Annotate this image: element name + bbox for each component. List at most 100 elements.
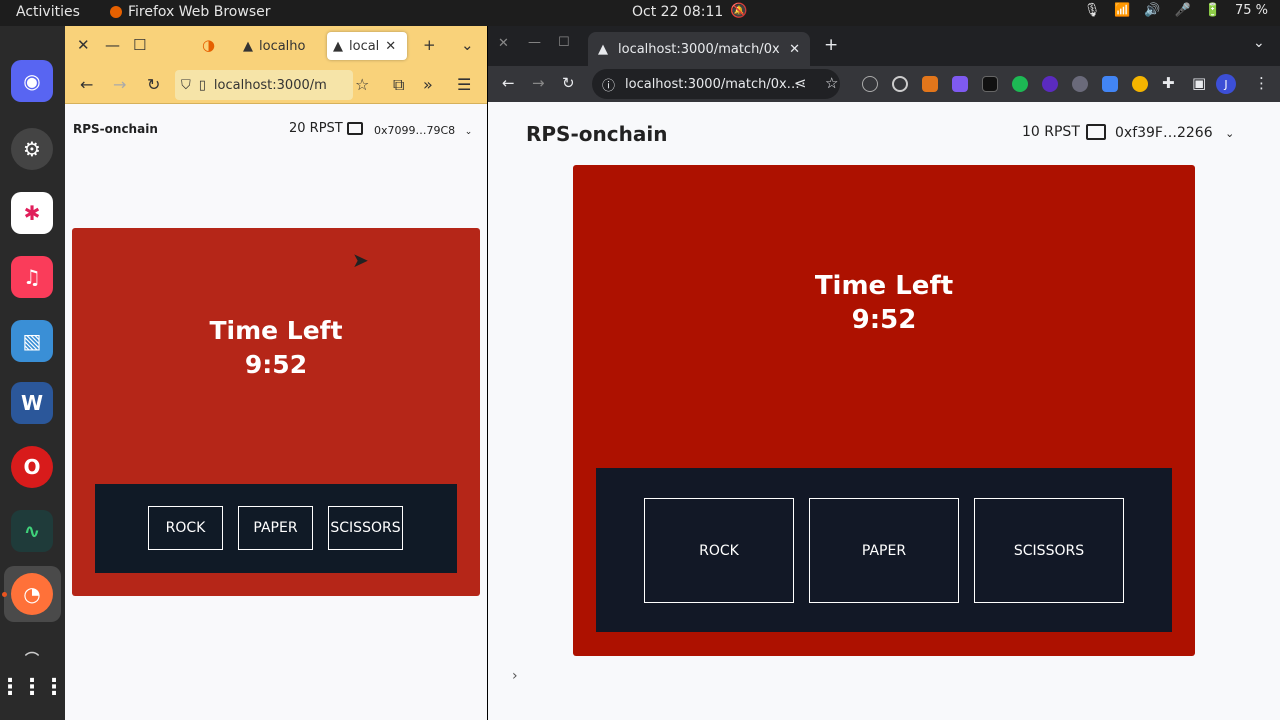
- firefox-navbar: ← → ↻ ⛉ ▯ localhost:3000/m ☆ ⧉ » ☰: [65, 66, 487, 104]
- opera-icon[interactable]: O: [11, 446, 53, 488]
- activities-button[interactable]: Activities: [16, 4, 80, 20]
- bell-off-icon: 🔕: [730, 3, 748, 19]
- music-icon[interactable]: ♫: [11, 256, 53, 298]
- tab-close-icon[interactable]: ✕: [789, 42, 800, 57]
- extension-gray-icon[interactable]: [1072, 76, 1088, 92]
- chevron-down-icon[interactable]: ⌄: [461, 36, 474, 54]
- show-apps-icon[interactable]: ⋮⋮⋮: [0, 666, 65, 708]
- extension-bolt-icon[interactable]: [982, 76, 998, 92]
- wifi-icon: 📶: [1114, 3, 1131, 18]
- new-tab-icon[interactable]: +: [824, 35, 838, 55]
- star-icon[interactable]: ☆: [355, 75, 369, 94]
- star-icon[interactable]: ☆: [825, 74, 838, 92]
- wallet-address-dropdown[interactable]: 0xf39F…2266 ⌄: [1115, 125, 1234, 141]
- extension-doc-icon[interactable]: [1102, 76, 1118, 92]
- share-icon[interactable]: ⋖: [794, 74, 807, 92]
- extension-compass-icon[interactable]: [862, 76, 878, 92]
- address-text: 0xf39F…2266: [1115, 125, 1213, 141]
- firefox-view-icon[interactable]: ◑: [202, 36, 215, 54]
- extension-circle-icon[interactable]: [892, 76, 908, 92]
- chevron-down-icon[interactable]: ⌄: [1253, 35, 1265, 51]
- firefox-tab-1[interactable]: ▲ localho: [237, 32, 321, 60]
- system-monitor-icon[interactable]: ∿: [11, 510, 53, 552]
- chrome-navbar: ← → ↻ ⓘ localhost:3000/match/0x… ⋖ ☆ ✚ ▣…: [488, 66, 1280, 102]
- app-menu-label: Firefox Web Browser: [128, 4, 271, 20]
- move-panel: ROCK PAPER SCISSORS: [95, 484, 457, 573]
- time-left-label: Time Left: [209, 316, 343, 345]
- move-panel: ROCK PAPER SCISSORS: [596, 468, 1172, 632]
- rock-button[interactable]: ROCK: [644, 498, 794, 603]
- token-balance: 20 RPST: [289, 121, 363, 136]
- firefox-icon: [110, 6, 122, 18]
- new-tab-icon[interactable]: +: [423, 36, 436, 54]
- chrome-tab[interactable]: ▲ localhost:3000/match/0x ✕: [588, 32, 810, 66]
- extension-green-icon[interactable]: [1012, 76, 1028, 92]
- battery-percent: 75 %: [1234, 3, 1268, 18]
- chevron-down-icon: ⌄: [464, 127, 473, 137]
- scissors-button[interactable]: SCISSORS: [328, 506, 403, 550]
- close-icon[interactable]: ✕: [77, 36, 90, 54]
- metamask-icon[interactable]: [922, 76, 938, 92]
- microphone-icon: 🎤: [1174, 3, 1191, 18]
- clock[interactable]: Oct 22 08:11: [632, 4, 723, 20]
- forward-icon[interactable]: →: [113, 75, 126, 94]
- extensions-icon[interactable]: ⧉: [393, 75, 404, 95]
- volume-icon: 🔊: [1144, 3, 1161, 18]
- scissors-button[interactable]: SCISSORS: [974, 498, 1124, 603]
- extension-color-icon[interactable]: [952, 76, 968, 92]
- rock-button[interactable]: ROCK: [148, 506, 223, 550]
- chrome-page: RPS-onchain 10 RPST 0xf39F…2266 ⌄ Time L…: [488, 102, 1280, 720]
- wallet-icon: [1085, 124, 1106, 140]
- settings-icon[interactable]: ⚙: [11, 128, 53, 170]
- reload-icon[interactable]: ↻: [147, 75, 160, 94]
- close-icon[interactable]: ✕: [498, 36, 509, 51]
- address-text: 0x7099…79C8: [374, 124, 456, 137]
- menu-icon[interactable]: ☰: [457, 75, 471, 94]
- word-icon[interactable]: W: [11, 382, 53, 424]
- extension-purple-icon[interactable]: [1042, 76, 1058, 92]
- triangle-icon: ▲: [598, 41, 608, 57]
- overflow-icon[interactable]: »: [423, 75, 433, 94]
- shield-icon: ⛉: [181, 77, 191, 93]
- forward-icon[interactable]: →: [532, 74, 545, 92]
- timer: Time Left 9:52: [573, 269, 1195, 337]
- kebab-menu-icon[interactable]: ⋮: [1254, 74, 1269, 92]
- system-tray[interactable]: 🎙 📶 🔊 🎤 🔋 75 %: [1084, 3, 1268, 18]
- balance-text: 10 RPST: [1022, 124, 1080, 140]
- chevron-right-icon[interactable]: ›: [512, 668, 526, 684]
- page-icon: ▯: [198, 77, 206, 93]
- minimize-icon[interactable]: —: [528, 35, 541, 50]
- tab-label: localhost:3000/match/0x: [618, 41, 780, 57]
- app-menu[interactable]: Firefox Web Browser: [110, 4, 271, 20]
- maximize-icon[interactable]: ☐: [558, 35, 570, 50]
- firefox-url-bar[interactable]: ⛉ ▯ localhost:3000/m: [175, 70, 353, 100]
- time-left-value: 9:52: [851, 305, 917, 335]
- back-icon[interactable]: ←: [502, 74, 515, 92]
- reload-icon[interactable]: ↻: [562, 74, 575, 92]
- firefox-dock-icon[interactable]: ◔: [11, 573, 53, 615]
- extension-yellow-icon[interactable]: [1132, 76, 1148, 92]
- app-title[interactable]: RPS-onchain: [73, 122, 158, 136]
- paper-button[interactable]: PAPER: [809, 498, 959, 603]
- app-title[interactable]: RPS-onchain: [526, 122, 667, 146]
- match-card: Time Left 9:52 ROCK PAPER SCISSORS: [573, 165, 1195, 656]
- discord-icon[interactable]: ◉: [11, 60, 53, 102]
- wallet-address-dropdown[interactable]: 0x7099…79C8 ⌄: [374, 124, 472, 137]
- firefox-tab-2[interactable]: ▲ local ✕: [327, 32, 407, 60]
- back-icon[interactable]: ←: [80, 75, 93, 94]
- battery-icon: 🔋: [1204, 3, 1221, 18]
- sidepanel-icon[interactable]: ▣: [1192, 74, 1206, 92]
- firefox-tabbar: ✕ — ☐ ◑ ▲ localho ▲ local ✕ + ⌄: [65, 26, 487, 66]
- maximize-icon[interactable]: ☐: [133, 36, 146, 54]
- slack-icon[interactable]: ✱: [11, 192, 53, 234]
- dock: ◉ ⚙ ✱ ♫ ▧ W O ∿ ◔ ⌒ ⋮⋮⋮: [0, 26, 65, 720]
- paper-button[interactable]: PAPER: [238, 506, 313, 550]
- tab-label: local: [349, 38, 380, 54]
- tab-close-icon[interactable]: ✕: [385, 39, 396, 54]
- minimize-icon[interactable]: —: [105, 36, 120, 54]
- image-viewer-icon[interactable]: ▧: [11, 320, 53, 362]
- profile-avatar[interactable]: J: [1216, 74, 1236, 94]
- mic-icon: 🎙: [1083, 3, 1101, 18]
- puzzle-icon[interactable]: ✚: [1162, 74, 1175, 92]
- url-text: localhost:3000/match/0x…: [625, 76, 800, 92]
